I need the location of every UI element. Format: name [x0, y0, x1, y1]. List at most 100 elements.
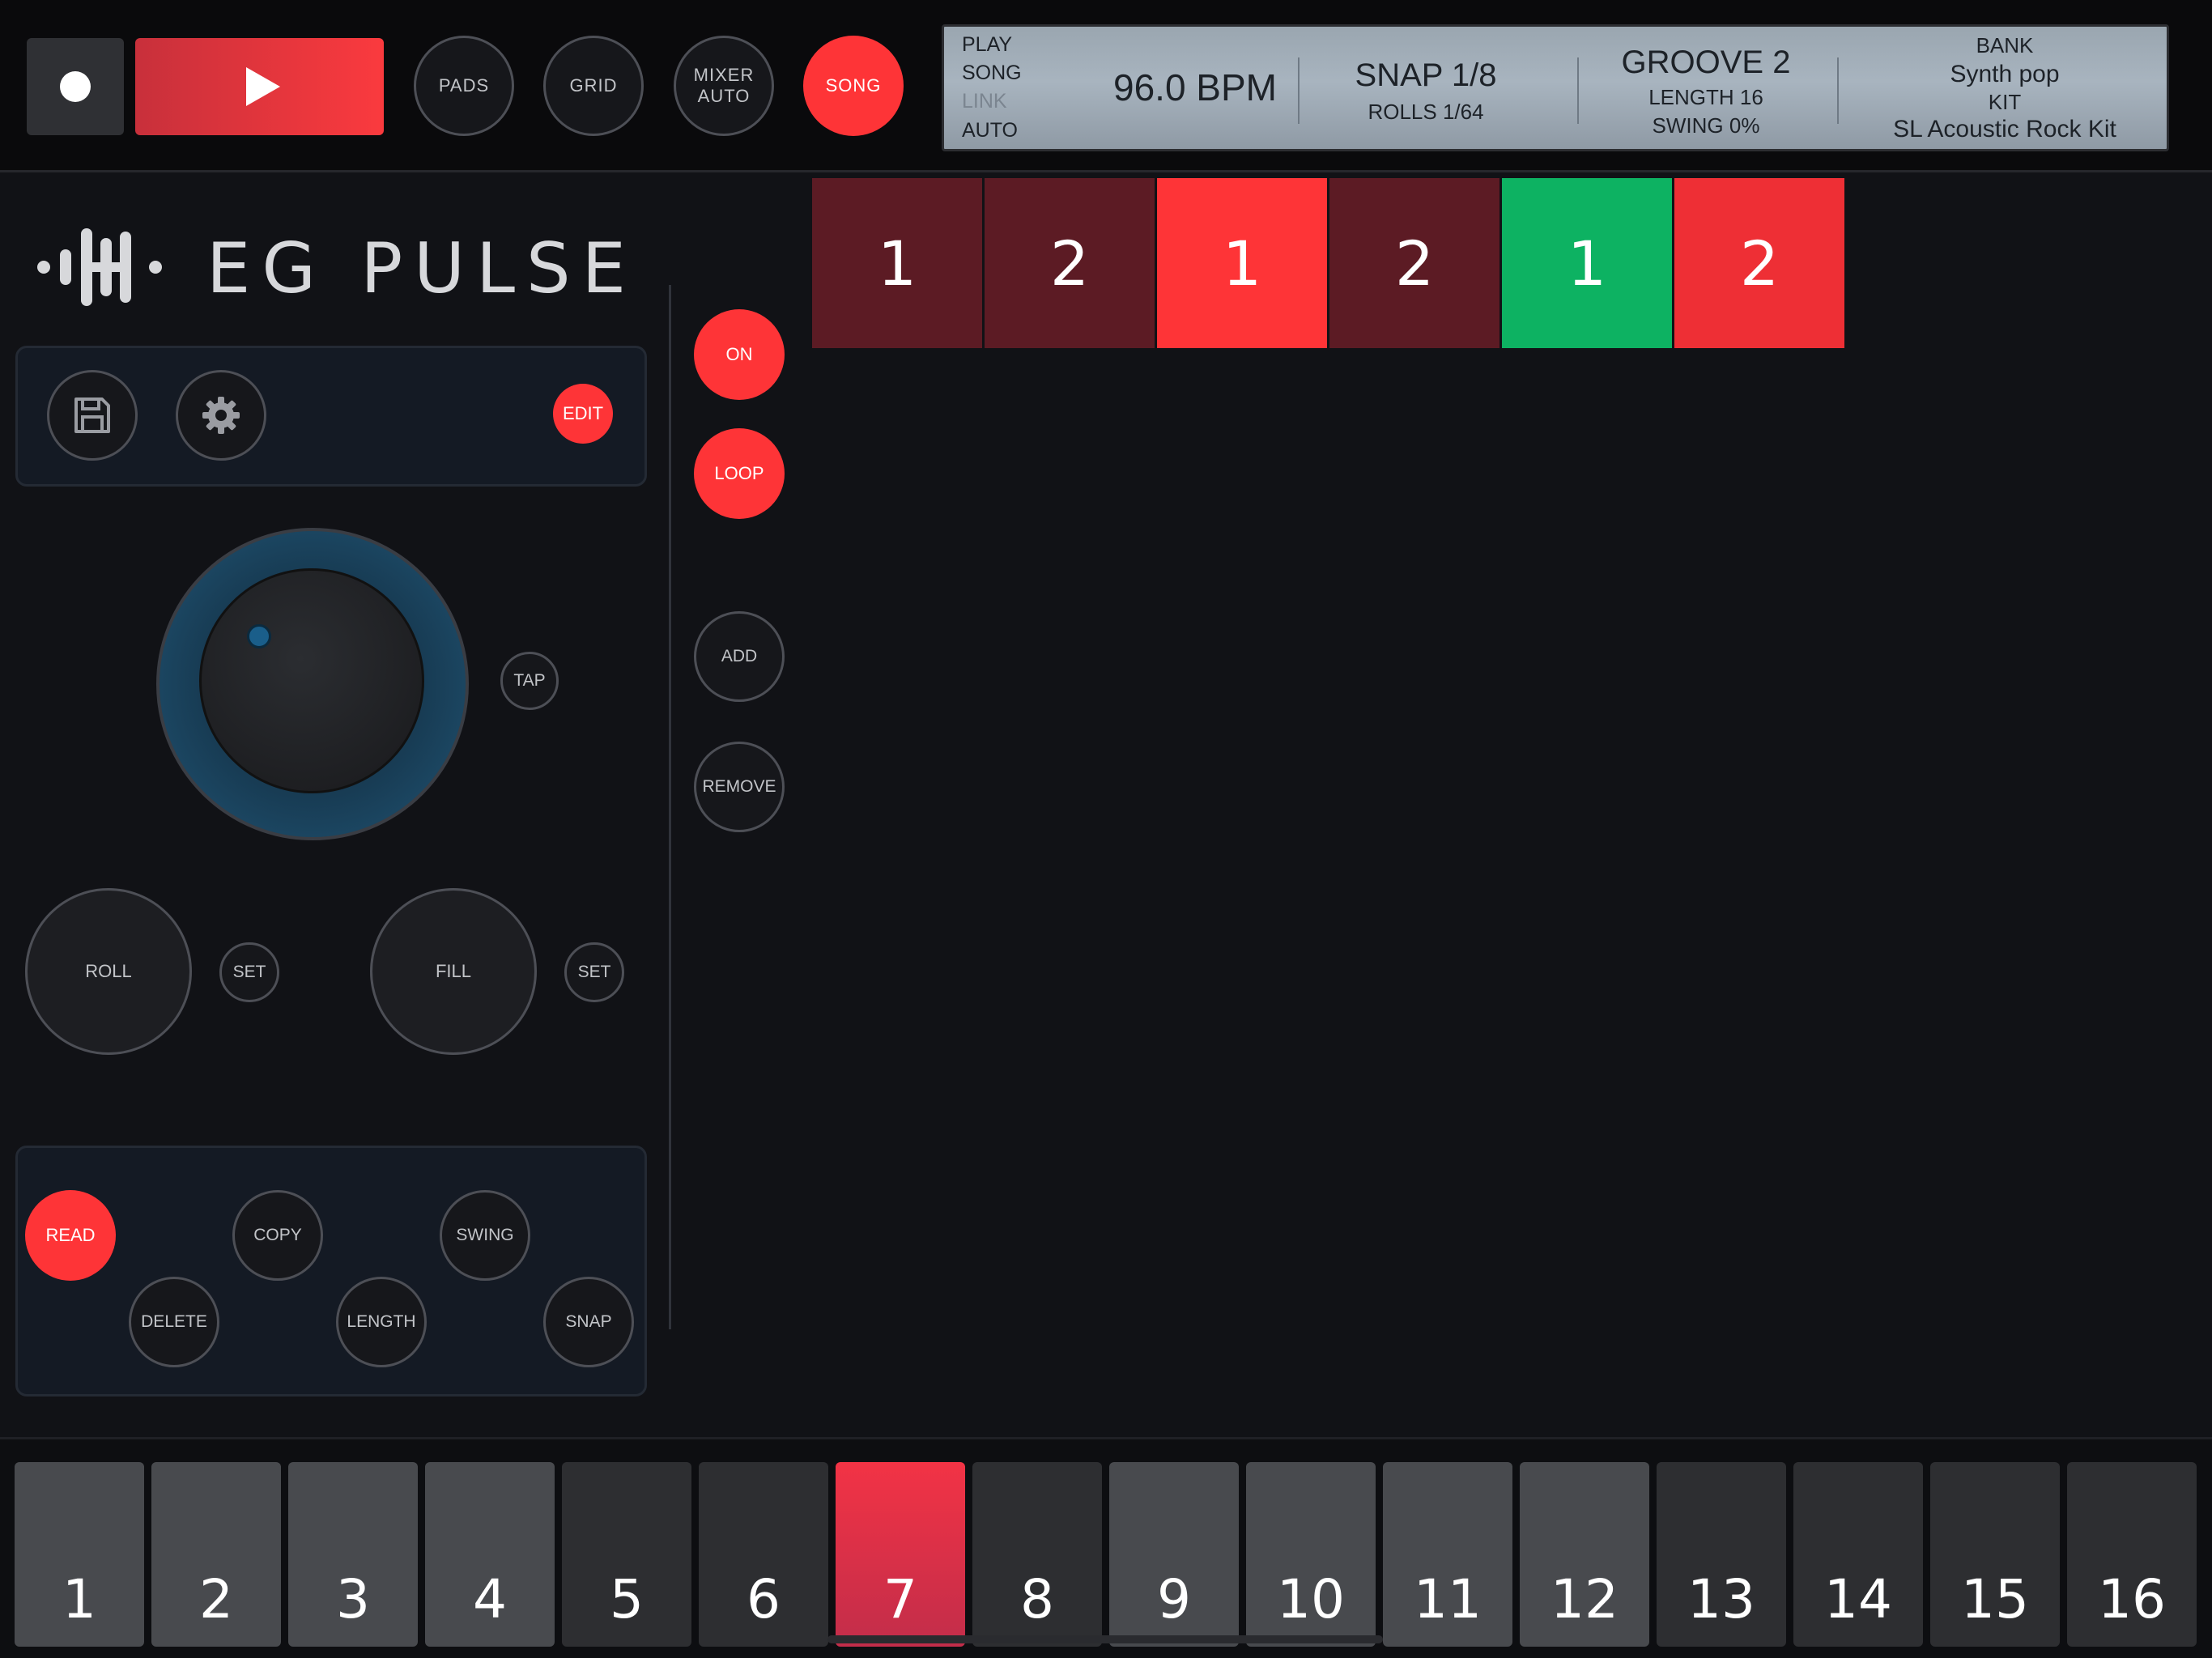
- snap-button[interactable]: SNAP: [543, 1277, 634, 1367]
- pattern-pad-3[interactable]: 3: [288, 1462, 418, 1647]
- lcd-bank-value: Synth pop: [1950, 61, 2060, 87]
- record-button[interactable]: [27, 38, 124, 135]
- record-icon: [60, 71, 91, 102]
- swing-button-label: SWING: [456, 1226, 514, 1244]
- copy-button[interactable]: COPY: [232, 1190, 323, 1281]
- read-button-label: READ: [45, 1225, 96, 1245]
- lcd-groove: GROOVE 2: [1621, 45, 1791, 80]
- tap-tempo-button[interactable]: TAP: [500, 652, 559, 710]
- pad-label: 12: [1551, 1568, 1619, 1630]
- song-loop-button[interactable]: LOOP: [694, 428, 785, 519]
- pattern-pad-4[interactable]: 4: [425, 1462, 555, 1647]
- tempo-knob-indicator: [247, 624, 271, 648]
- tempo-knob[interactable]: [199, 568, 424, 793]
- save-button[interactable]: [47, 370, 138, 461]
- song-button[interactable]: SONG: [803, 36, 904, 136]
- lcd-snap: SNAP 1/8: [1355, 57, 1497, 93]
- pattern-pad-2[interactable]: 2: [151, 1462, 281, 1647]
- save-icon: [74, 397, 110, 433]
- pad-label: 15: [1961, 1568, 2029, 1630]
- song-pattern-5[interactable]: 1: [1502, 178, 1672, 348]
- length-button-label: LENGTH: [347, 1312, 416, 1331]
- song-remove-button[interactable]: REMOVE: [694, 742, 785, 832]
- read-button[interactable]: READ: [25, 1190, 116, 1281]
- auto-label: AUTO: [697, 86, 751, 106]
- pad-label: 7: [883, 1568, 917, 1630]
- app-logo-text: EG PULSE: [206, 228, 637, 309]
- roll-set-label: SET: [232, 963, 266, 981]
- snap-button-label: SNAP: [565, 1312, 612, 1331]
- pad-label: 2: [199, 1568, 233, 1630]
- song-pattern-label: 1: [877, 227, 917, 300]
- fill-button-label: FILL: [435, 961, 472, 981]
- lcd-kit-label: KIT: [1988, 90, 2022, 114]
- pattern-pad-15[interactable]: 15: [1930, 1462, 2060, 1647]
- pad-label: 1: [62, 1568, 96, 1630]
- song-pattern-3[interactable]: 1: [1157, 178, 1327, 348]
- song-pattern-label: 1: [1567, 227, 1607, 300]
- lcd-kit-value: SL Acoustic Rock Kit: [1893, 116, 2116, 142]
- song-pattern-1[interactable]: 1: [812, 178, 982, 348]
- lcd-mode-play: PLAY: [962, 33, 1013, 56]
- song-pattern-4[interactable]: 2: [1329, 178, 1499, 348]
- add-button-label: ADD: [721, 647, 758, 665]
- pad-label: 10: [1277, 1568, 1345, 1630]
- pad-label: 14: [1824, 1568, 1892, 1630]
- song-pattern-label: 1: [1222, 227, 1262, 300]
- fill-set-button[interactable]: SET: [564, 942, 624, 1002]
- lcd-mode-auto: AUTO: [962, 119, 1018, 142]
- pattern-pad-6[interactable]: 6: [699, 1462, 828, 1647]
- settings-button[interactable]: [176, 370, 266, 461]
- mixer-auto-button[interactable]: MIXER AUTO: [674, 36, 774, 136]
- song-pattern-6[interactable]: 2: [1674, 178, 1844, 348]
- edit-panel: [15, 1146, 647, 1397]
- pad-label: 5: [610, 1568, 644, 1630]
- pad-label: 6: [747, 1568, 781, 1630]
- lcd-mode-link: LINK: [962, 90, 1007, 113]
- grid-button[interactable]: GRID: [543, 36, 644, 136]
- pattern-pad-8[interactable]: 8: [972, 1462, 1102, 1647]
- pattern-pad-1[interactable]: 1: [15, 1462, 144, 1647]
- gear-icon: [202, 397, 240, 434]
- pattern-pad-9[interactable]: 9: [1109, 1462, 1239, 1647]
- roll-set-button[interactable]: SET: [219, 942, 279, 1002]
- song-pattern-label: 2: [1049, 227, 1090, 300]
- pattern-pad-10[interactable]: 10: [1246, 1462, 1376, 1647]
- pad-label: 4: [473, 1568, 507, 1630]
- song-pattern-label: 2: [1739, 227, 1780, 300]
- play-button[interactable]: [135, 38, 384, 135]
- pattern-pad-13[interactable]: 13: [1657, 1462, 1786, 1647]
- lcd-bpm: 96.0 BPM: [1113, 66, 1277, 108]
- lcd-bank-label: BANK: [1976, 33, 2034, 57]
- pattern-pad-5[interactable]: 5: [562, 1462, 691, 1647]
- pad-label: 3: [336, 1568, 370, 1630]
- edit-button[interactable]: EDIT: [553, 384, 613, 444]
- pad-label: 9: [1157, 1568, 1191, 1630]
- song-on-button[interactable]: ON: [694, 309, 785, 400]
- pattern-pad-12[interactable]: 12: [1520, 1462, 1649, 1647]
- pads-button-label: PADS: [438, 74, 490, 96]
- delete-button[interactable]: DELETE: [129, 1277, 219, 1367]
- pattern-pad-7[interactable]: 7: [836, 1462, 965, 1647]
- pads-button[interactable]: PADS: [414, 36, 514, 136]
- logo-icon: [37, 228, 162, 306]
- song-add-button[interactable]: ADD: [694, 611, 785, 702]
- song-button-label: SONG: [825, 74, 882, 96]
- delete-button-label: DELETE: [141, 1312, 207, 1331]
- on-button-label: ON: [725, 344, 753, 364]
- song-pattern-2[interactable]: 2: [985, 178, 1155, 348]
- pad-label: 8: [1020, 1568, 1054, 1630]
- loop-button-label: LOOP: [714, 463, 764, 483]
- roll-button[interactable]: ROLL: [25, 888, 192, 1055]
- pad-label: 16: [2098, 1568, 2166, 1630]
- swing-button[interactable]: SWING: [440, 1190, 530, 1281]
- pattern-pad-16[interactable]: 16: [2067, 1462, 2197, 1647]
- pattern-pad-14[interactable]: 14: [1793, 1462, 1923, 1647]
- pattern-pad-11[interactable]: 11: [1383, 1462, 1512, 1647]
- length-button[interactable]: LENGTH: [336, 1277, 427, 1367]
- song-pattern-label: 2: [1394, 227, 1435, 300]
- fill-button[interactable]: FILL: [370, 888, 537, 1055]
- roll-button-label: ROLL: [85, 961, 132, 981]
- lcd-display[interactable]: PLAY SONG LINK AUTO 96.0 BPM SNAP 1/8 RO…: [942, 24, 2169, 151]
- tap-button-label: TAP: [513, 671, 546, 690]
